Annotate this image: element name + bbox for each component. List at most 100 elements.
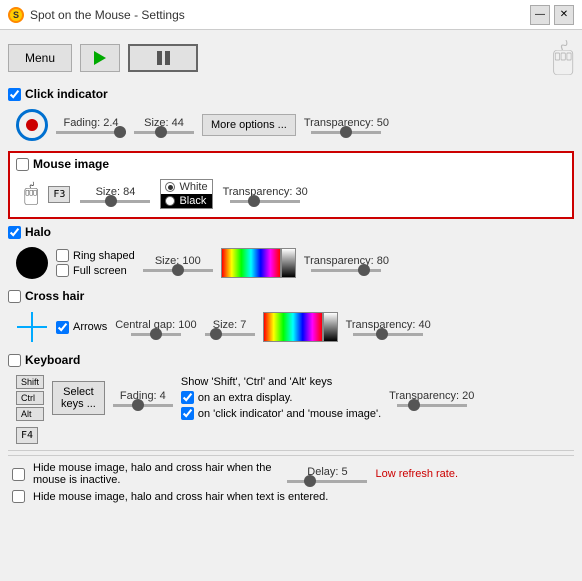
hide-text-entry-text: Hide mouse image, halo and cross hair wh… [33,491,328,503]
app-icon: S [8,7,24,23]
black-option[interactable]: Black [161,194,211,208]
crosshair-body: Arrows Central gap: 100 Size: 7 Transpar… [8,307,574,347]
halo-spectrum[interactable] [221,248,281,278]
crosshair-color-picker [263,312,338,342]
central-gap-slider-group: Central gap: 100 [115,319,196,336]
click-indicator-body: Fading: 2.4 Size: 44 More options ... Tr… [8,105,574,145]
full-screen-checkbox[interactable] [56,264,69,277]
halo-sub-checks: Ring shaped Full screen [56,249,135,277]
halo-color-picker [221,248,296,278]
show-shift-line: Show 'Shift', 'Ctrl' and 'Alt' keys [181,376,381,388]
crosshair-transparency-slider[interactable] [353,333,423,336]
keyboard-transparency-slider[interactable] [397,404,467,407]
select-keys-label: Selectkeys ... [61,386,96,410]
more-options-button[interactable]: More options ... [202,114,296,136]
fading-slider[interactable] [56,131,126,134]
crosshair-white-spectrum[interactable] [323,312,338,342]
main-content: Menu 🖱 Click indicator Fading: 2.4 [0,30,582,581]
central-gap-slider[interactable] [131,333,181,336]
full-screen-label: Full screen [73,265,127,277]
keyboard-options: Show 'Shift', 'Ctrl' and 'Alt' keys on a… [181,376,381,420]
bottom-section: Hide mouse image, halo and cross hair wh… [8,455,574,513]
arrows-label: Arrows [73,321,107,333]
halo-transparency-slider[interactable] [311,269,381,272]
halo-section: Halo Ring shaped Full screen Size: 100 [8,225,574,283]
select-keys-button[interactable]: Selectkeys ... [52,381,105,415]
ctrl-key: Ctrl [16,391,44,405]
crosshair-label: Cross hair [25,289,84,303]
mouse-image-checkbox[interactable] [16,158,29,171]
arrows-checkbox[interactable] [56,321,69,334]
white-option[interactable]: White [161,180,211,194]
click-indicator-icon [16,109,48,141]
keyboard-fading-group: Fading: 4 [113,390,173,407]
crosshair-icon [16,311,48,343]
halo-body: Ring shaped Full screen Size: 100 Transp… [8,243,574,283]
extra-display-text: on an extra display. [198,392,293,404]
click-indicator-section: Click indicator Fading: 2.4 Size: 44 Mor… [8,87,574,145]
size-slider-group: Size: 44 [134,117,194,134]
extra-display-line: on an extra display. [181,391,381,404]
halo-label: Halo [25,225,51,239]
pause-icon [157,51,170,65]
keyboard-header: Keyboard [8,353,574,367]
low-refresh-text: Low refresh rate. [375,468,458,480]
transparency-slider[interactable] [311,131,381,134]
black-radio[interactable] [165,196,175,206]
mouse-transparency-slider[interactable] [230,200,300,203]
color-options: White Black [160,179,212,209]
hide-text-row: Hide mouse image, halo and cross hair wh… [12,490,570,503]
ring-shaped-checkbox[interactable] [56,249,69,262]
halo-checkbox[interactable] [8,226,21,239]
halo-size-slider-group: Size: 100 [143,255,213,272]
toolbar: Menu 🖱 [8,36,574,79]
window-title: Spot on the Mouse - Settings [30,8,185,22]
size-slider[interactable] [134,131,194,134]
click-icon-inner [26,119,38,131]
mouse-image-icon: 🖱 [24,180,38,208]
crosshair-transparency-group: Transparency: 40 [346,319,431,336]
mouse-size-slider-group: Size: 84 [80,186,150,203]
title-bar-left: S Spot on the Mouse - Settings [8,7,185,23]
hide-mouse-text: Hide mouse image, halo and cross hair wh… [33,462,271,486]
minimize-button[interactable]: — [530,5,550,25]
keyboard-checkbox[interactable] [8,354,21,367]
click-indicator-header: Click indicator [8,87,574,101]
keyboard-transparency-group: Transparency: 20 [389,390,474,407]
halo-transparency-group: Transparency: 80 [304,255,389,272]
delay-slider[interactable] [287,480,367,483]
click-indicator-text: on 'click indicator' and 'mouse image'. [198,408,381,420]
crosshair-spectrum[interactable] [263,312,323,342]
crosshair-checkbox[interactable] [8,290,21,303]
title-bar: S Spot on the Mouse - Settings — ✕ [0,0,582,30]
white-label: White [179,181,207,193]
close-button[interactable]: ✕ [554,5,574,25]
keyboard-fading-slider[interactable] [113,404,173,407]
click-indicator-check[interactable] [181,407,194,420]
black-label: Black [179,195,206,207]
full-screen-check: Full screen [56,264,135,277]
crosshair-size-slider[interactable] [205,333,255,336]
keyboard-label: Keyboard [25,353,80,367]
arrows-check: Arrows [56,321,107,334]
delay-slider-group: Delay: 5 [287,466,367,483]
mouse-size-slider[interactable] [80,200,150,203]
extra-display-checkbox[interactable] [181,391,194,404]
click-indicator-label: Click indicator [25,87,108,101]
white-radio[interactable] [165,182,175,192]
f4-icon[interactable]: F4 [16,427,38,444]
click-indicator-line: on 'click indicator' and 'mouse image'. [181,407,381,420]
shift-key: Shift [16,375,44,389]
halo-white-spectrum[interactable] [281,248,296,278]
hide-text-checkbox[interactable] [12,490,25,503]
mouse-image-label: Mouse image [33,157,109,171]
menu-button[interactable]: Menu [8,44,72,72]
f3-icon[interactable]: F3 [48,186,70,203]
play-button[interactable] [80,44,120,72]
keyboard-body: Shift Ctrl Alt Selectkeys ... Fading: 4 … [8,371,574,425]
click-indicator-checkbox[interactable] [8,88,21,101]
halo-size-slider[interactable] [143,269,213,272]
pause-button[interactable] [128,44,198,72]
hide-mouse-checkbox[interactable] [12,468,25,481]
keyboard-section: Keyboard Shift Ctrl Alt Selectkeys ... F… [8,353,574,444]
